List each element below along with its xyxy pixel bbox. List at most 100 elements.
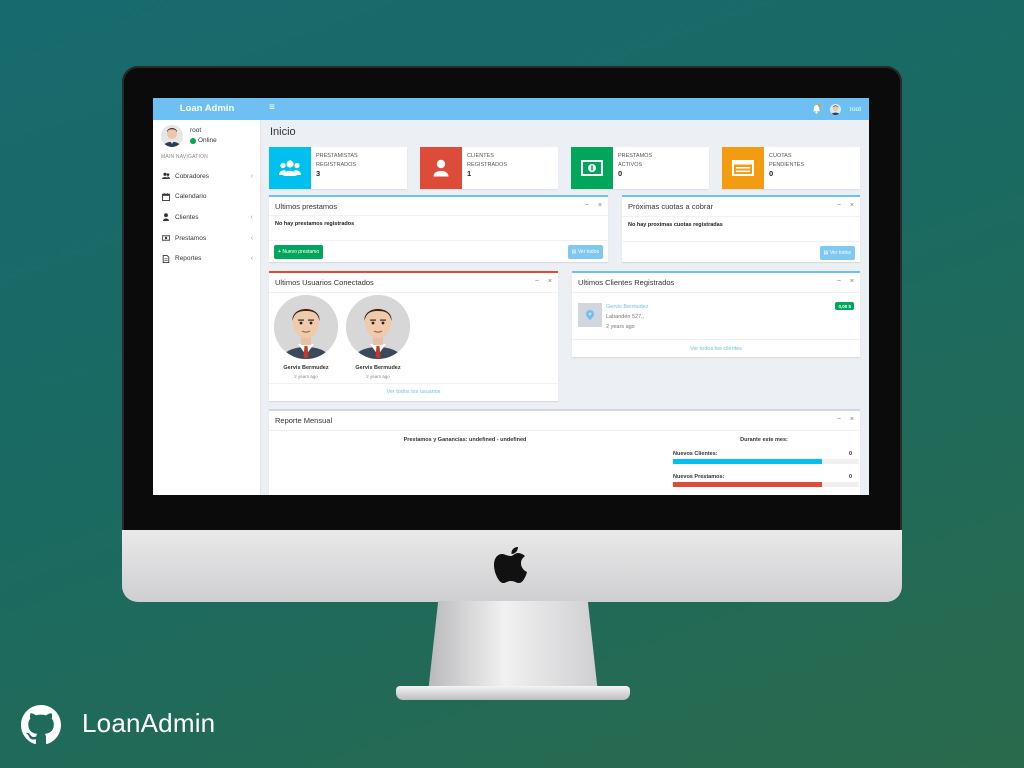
chevron-left-icon: ‹: [250, 213, 253, 221]
money-icon: ▤: [571, 249, 577, 255]
loans-box: Ultimos prestamos − × No hay prestamos r…: [269, 195, 608, 262]
info-label: PRESTAMISTAS REGISTRADOS: [316, 152, 358, 169]
navbar-right: root: [812, 98, 861, 120]
calendar-icon: ▤: [823, 250, 829, 256]
client-address: Labandén 527,,: [606, 314, 645, 320]
client-thumbnail: [578, 303, 602, 327]
box-title: Ultimos Clientes Registrados: [578, 278, 675, 287]
box-divider: [269, 215, 608, 216]
client-time: 2 years ago: [606, 324, 635, 330]
app-logo[interactable]: Loan Admin: [153, 98, 261, 120]
box-divider: [269, 430, 860, 431]
monitor-stand-foot: [396, 686, 630, 700]
info-label: CUOTAS PENDIENTES: [769, 152, 804, 169]
progress-value: 0: [848, 451, 852, 457]
user-status: Online: [190, 137, 217, 144]
progress-bar: [673, 482, 822, 487]
close-icon[interactable]: ×: [850, 416, 854, 423]
sidebar-item-reportes[interactable]: Reportes ‹: [153, 248, 261, 269]
view-all-users-link[interactable]: Ver todos los usuarios: [269, 389, 558, 395]
info-label-line: PRESTAMOS: [618, 153, 653, 159]
box-title: Reporte Mensual: [275, 416, 333, 425]
info-box-prestamos: PRESTAMOS ACTIVOS 0: [571, 147, 709, 189]
plus-icon: +: [278, 249, 281, 255]
box-title: Ultimos prestamos: [275, 202, 338, 211]
bell-icon[interactable]: [812, 104, 821, 114]
close-icon[interactable]: ×: [598, 202, 602, 209]
empty-message: No hay prestamos registrados: [275, 221, 355, 227]
progress-label: Nuevos Clientes:: [673, 451, 718, 457]
sidebar-toggle-icon[interactable]: ≡: [269, 102, 275, 113]
chevron-left-icon: ‹: [250, 172, 253, 180]
user-name: Gervis Bermudez: [355, 365, 401, 371]
money-icon: [162, 235, 170, 241]
user-avatar: [346, 295, 410, 359]
box-tools: − ×: [535, 278, 552, 285]
button-label: Nuevo prestamo: [282, 249, 320, 255]
view-all-loans-button[interactable]: ▤ Ver todos: [567, 245, 603, 259]
minimize-icon[interactable]: −: [837, 416, 841, 423]
box-title: Ultimos Usuarios Conectados: [275, 278, 374, 287]
period-heading: Durante este mes:: [740, 437, 788, 443]
sidebar-item-prestamos[interactable]: Prestamos ‹: [153, 228, 261, 249]
info-label: CLIENTES REGISTRADOS: [467, 152, 507, 169]
close-icon[interactable]: ×: [548, 278, 552, 285]
monitor-stand-neck: [428, 601, 598, 693]
minimize-icon[interactable]: −: [535, 278, 539, 285]
sidebar-item-clientes[interactable]: Clientes ‹: [153, 207, 261, 228]
info-value: 1: [467, 169, 472, 178]
info-label-line: ACTIVOS: [618, 161, 643, 168]
main-content: Inicio PRESTAMISTAS REGISTRADOS 3 CLIENT…: [261, 120, 869, 495]
chevron-left-icon: ‹: [250, 234, 253, 242]
box-tools: − ×: [585, 202, 602, 209]
users-box: Ultimos Usuarios Conectados − × Gervis B…: [269, 271, 558, 401]
list-icon: [732, 160, 754, 176]
new-loan-button[interactable]: + Nuevo prestamo: [274, 245, 324, 259]
info-label-line: PENDIENTES: [769, 161, 805, 168]
box-divider: [622, 241, 860, 242]
info-label-line: CUOTAS: [769, 153, 792, 159]
box-divider: [269, 383, 558, 384]
page-title: Inicio: [270, 126, 296, 138]
sidebar-item-label: Prestamos: [175, 234, 207, 242]
close-icon[interactable]: ×: [850, 278, 854, 285]
progress-track: [673, 482, 859, 487]
users-icon: [162, 172, 170, 180]
close-icon[interactable]: ×: [850, 202, 854, 209]
info-box-cuotas: CUOTAS PENDIENTES 0: [722, 147, 860, 189]
navbar-username[interactable]: root: [850, 106, 861, 113]
sidebar-item-calendario[interactable]: Calendario: [153, 187, 261, 208]
minimize-icon[interactable]: −: [837, 278, 841, 285]
box-tools: − ×: [837, 416, 854, 423]
calendar-icon: [162, 193, 170, 201]
apple-logo-icon: [494, 547, 527, 583]
info-value: 0: [618, 169, 623, 178]
top-navbar: Loan Admin ≡ root: [153, 98, 869, 120]
progress-track: [673, 459, 859, 464]
view-all-clients-link[interactable]: Ver todos los clientes: [572, 346, 860, 352]
navbar-avatar[interactable]: [829, 103, 841, 115]
view-all-quotas-button[interactable]: ▤ Ver todos: [819, 246, 855, 260]
sidebar-menu: Cobradores ‹ Calendario Clientes ‹ Prest…: [153, 166, 261, 269]
screen: Loan Admin ≡ root root Online MAIN NAVIG…: [153, 98, 869, 495]
report-heading: Prestamos y Ganancias: undefined - undef…: [403, 437, 527, 443]
info-label-line: REGISTRADOS: [316, 161, 357, 168]
balance-badge: 0,00 $: [835, 302, 854, 310]
client-name-link[interactable]: Gervis Bermudez: [606, 304, 649, 310]
box-divider: [572, 339, 860, 340]
info-label-line: PRESTAMISTAS: [316, 153, 358, 159]
quotas-box: Próximas cuotas a cobrar − × No hay prox…: [622, 195, 860, 262]
box-divider: [572, 292, 860, 293]
user-card[interactable]: Gervis Bermudez 2 years ago: [346, 295, 410, 379]
minimize-icon[interactable]: −: [585, 202, 589, 209]
info-value: 3: [316, 169, 321, 178]
sidebar-item-label: Reportes: [175, 255, 202, 263]
minimize-icon[interactable]: −: [837, 202, 841, 209]
info-label-line: CLIENTES: [467, 153, 494, 159]
user-card[interactable]: Gervis Bermudez 2 years ago: [274, 295, 338, 379]
user-name: Gervis Bermudez: [283, 365, 329, 371]
info-icon-bg: [420, 147, 462, 189]
sidebar-item-cobradores[interactable]: Cobradores ‹: [153, 166, 261, 187]
button-label: Ver todos: [829, 250, 851, 256]
sidebar: root Online MAIN NAVIGATION Cobradores ‹…: [153, 120, 261, 495]
